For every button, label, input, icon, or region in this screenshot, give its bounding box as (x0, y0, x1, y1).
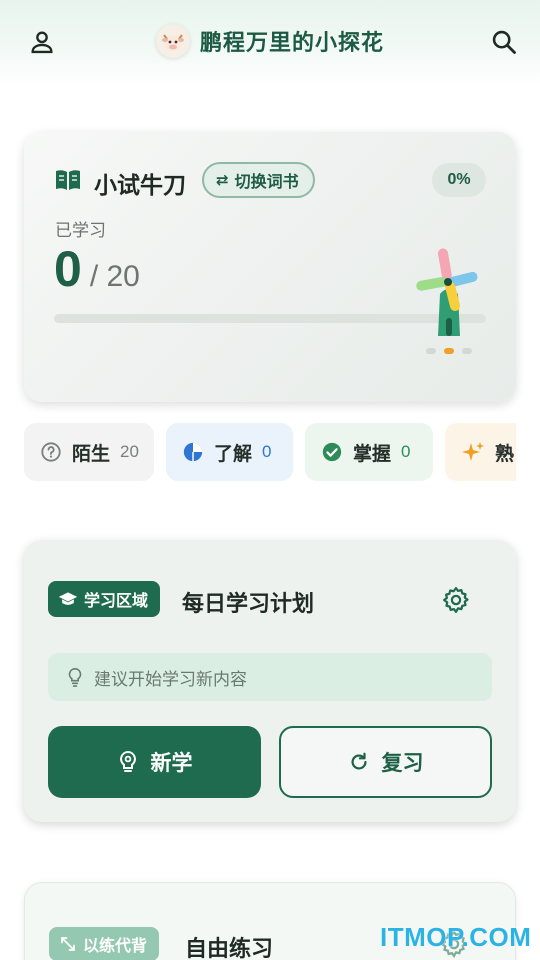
switch-wordbook-button[interactable]: ⇄ 切换词书 (202, 162, 315, 198)
carousel-dot[interactable] (462, 348, 472, 354)
deck-title: 小试牛刀 (94, 172, 186, 198)
new-learning-label: 新学 (150, 752, 193, 775)
watermark: ITMOP.COM (380, 922, 532, 952)
total-count: / 20 (89, 260, 140, 293)
daily-plan-title: 每日学习计划 (182, 591, 315, 616)
brain-bulb-icon (119, 750, 136, 772)
progress-percent-badge: 0% (432, 163, 486, 197)
switch-wordbook-label: 切换词书 (234, 174, 299, 191)
header-title-group: 鹏程万里的小探花 (0, 24, 540, 58)
cow-mascot-icon (161, 34, 184, 51)
expand-arrows-icon (61, 937, 75, 951)
study-zone-label: 学习区域 (84, 593, 149, 610)
windmill-illustration (416, 248, 478, 336)
daily-plan-card: 学习区域 每日学习计划 建议开始学习新内容 新学 复习 (24, 540, 516, 822)
chip-unfamiliar[interactable]: 陌生 20 (24, 423, 154, 481)
chip-count: 0 (262, 442, 272, 461)
chip-understand[interactable]: 了解 0 (166, 423, 293, 481)
learned-label: 已学习 (55, 221, 106, 240)
check-circle-icon (322, 442, 342, 462)
carousel-dot[interactable] (444, 348, 454, 354)
refresh-icon (351, 752, 367, 770)
chip-count: 20 (120, 442, 139, 461)
top-bar: 鹏程万里的小探花 (0, 0, 540, 86)
graduation-cap-icon (58, 592, 78, 605)
review-label: 复习 (381, 752, 424, 775)
sparkle-icon (462, 442, 484, 461)
chip-label: 熟 (495, 443, 515, 465)
study-zone-badge: 学习区域 (48, 581, 161, 617)
plan-settings-button[interactable] (438, 582, 474, 618)
lightbulb-icon (68, 667, 82, 687)
review-button[interactable]: 复习 (279, 726, 492, 798)
chip-mastered[interactable]: 掌握 0 (305, 423, 433, 481)
pie-chart-icon (183, 442, 203, 462)
chip-label: 掌握 (353, 443, 392, 465)
search-button[interactable] (484, 22, 524, 62)
carousel-dot[interactable] (426, 348, 436, 354)
app-title: 鹏程万里的小探花 (199, 30, 384, 55)
chip-count: 0 (401, 442, 411, 461)
chip-label: 陌生 (72, 443, 111, 465)
free-practice-title: 自由练习 (185, 936, 274, 960)
chip-proficient[interactable]: 熟 (445, 423, 516, 481)
learned-count: 0 (54, 241, 82, 297)
search-icon (492, 30, 516, 54)
question-circle-icon (41, 442, 61, 462)
swap-arrows-icon: ⇄ (216, 172, 229, 189)
practice-badge-label: 以练代背 (83, 938, 148, 955)
chip-label: 了解 (214, 443, 253, 465)
gear-icon (443, 587, 469, 613)
carousel-dots[interactable] (426, 348, 472, 354)
mastery-chips: 陌生 20 了解 0 掌握 0 熟 (24, 423, 516, 481)
book-icon (56, 170, 80, 190)
suggestion-text: 建议开始学习新内容 (94, 669, 247, 689)
learned-count-row: 0 / 20 (54, 240, 140, 298)
avatar[interactable] (155, 24, 190, 58)
deck-progress-card[interactable]: 小试牛刀 ⇄ 切换词书 0% 已学习 0 / 20 (24, 132, 516, 402)
study-suggestion: 建议开始学习新内容 (48, 653, 492, 701)
new-learning-button[interactable]: 新学 (48, 726, 261, 798)
practice-badge: 以练代背 (49, 927, 160, 960)
